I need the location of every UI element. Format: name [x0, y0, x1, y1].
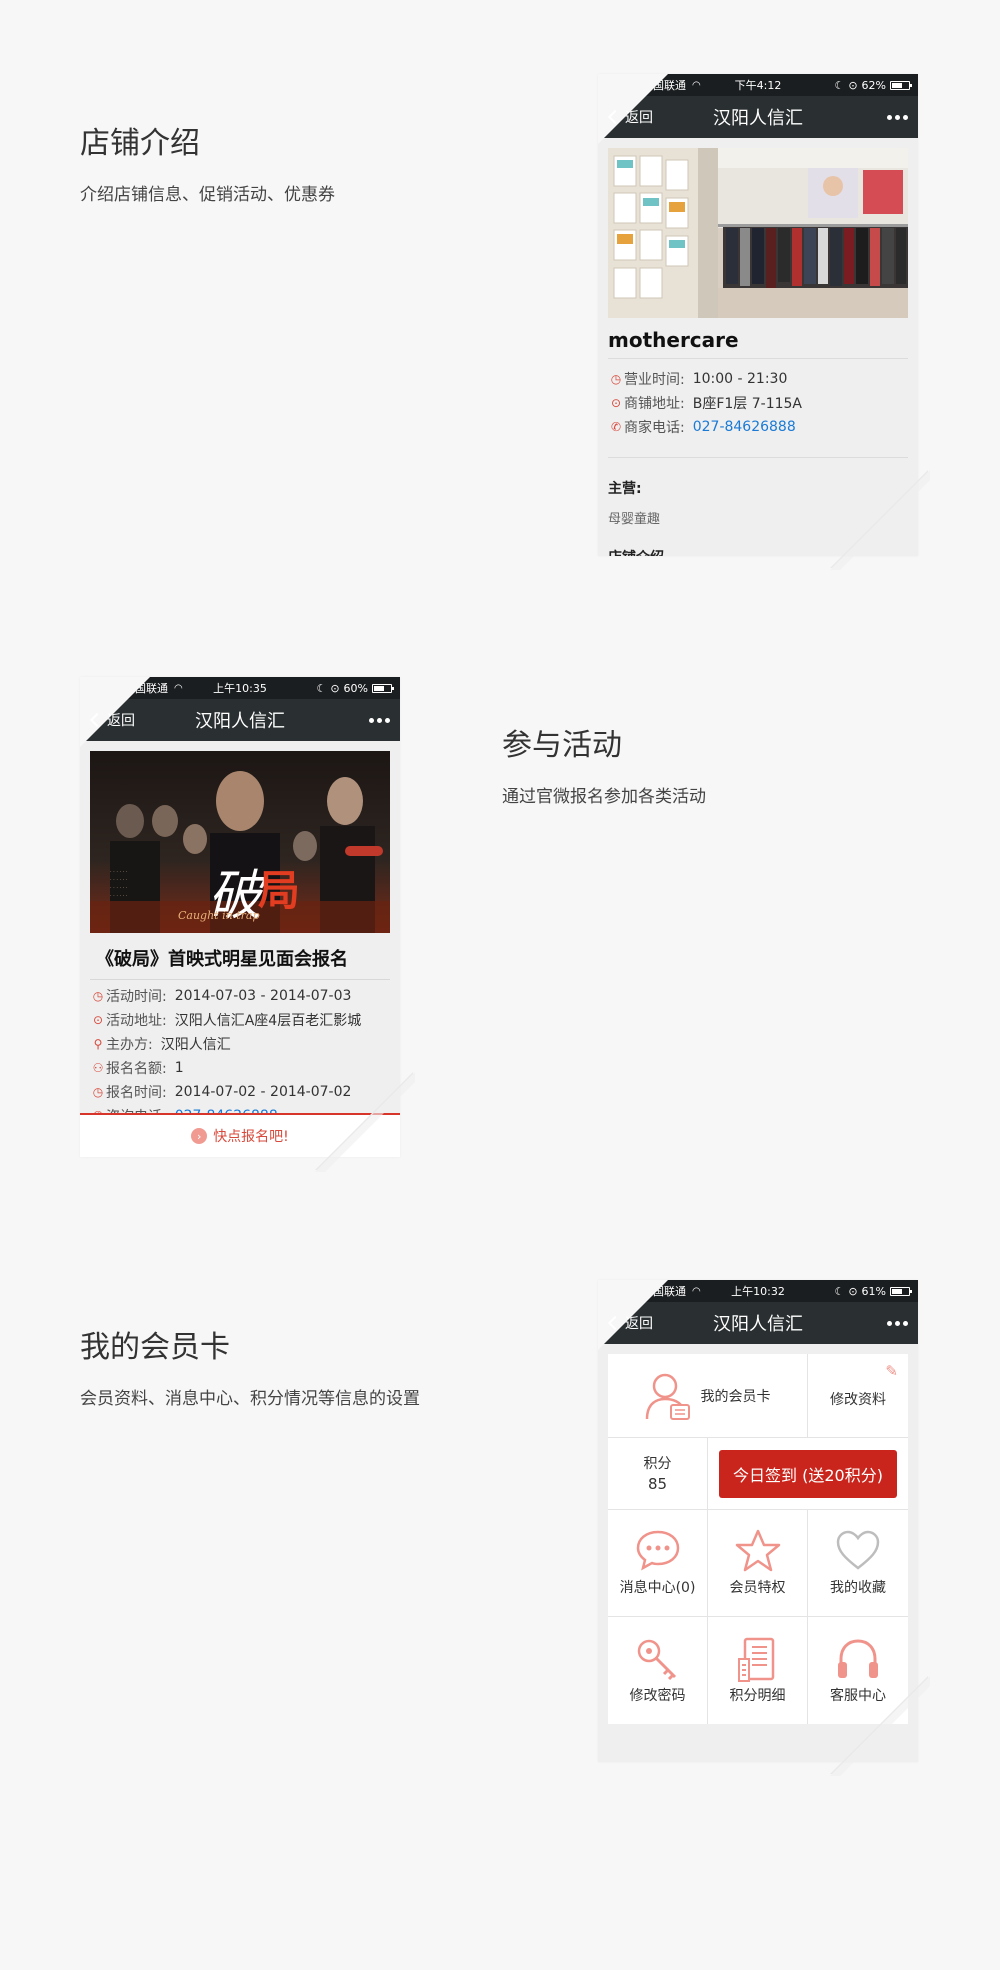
svg-text:· · · · · ·: · · · · · · — [110, 869, 128, 875]
info-row-activity-time: ◷ 活动时间: 2014-07-03 - 2014-07-03 — [90, 984, 390, 1008]
wifi-icon: ◠ — [174, 682, 183, 694]
member-grid: 我的会员卡 ✎ 修改资料 积分 85 今日签到 (送20积分) 消息中心(0) … — [608, 1354, 908, 1724]
arrow-right-icon: › — [191, 1128, 208, 1144]
shop-name: mothercare — [608, 318, 908, 359]
edit-profile-label: 修改资料 — [830, 1391, 886, 1408]
section-desc-member: 会员资料、消息中心、积分情况等信息的设置 — [80, 1389, 420, 1409]
more-icon[interactable] — [887, 114, 908, 120]
clock-icon: ◷ — [92, 1085, 104, 1099]
back-label: 返回 — [625, 110, 653, 126]
poster-title-char-2: 局 — [258, 866, 301, 915]
back-button[interactable]: 返回 — [607, 1313, 653, 1333]
info-row-organizer: ⚲ 主办方: 汉阳人信汇 — [90, 1032, 390, 1056]
section-title-activity: 参与活动 — [502, 728, 622, 763]
grid-item-label: 积分明细 — [729, 1687, 786, 1704]
corner-fold-shadow — [315, 1072, 415, 1172]
grid-item-label: 我的收藏 — [830, 1580, 886, 1596]
heart-icon — [836, 1530, 880, 1570]
star-icon — [735, 1529, 780, 1572]
poster-subtitle: Caught in trap — [178, 909, 260, 922]
lock-rotation-icon: ⊙ — [330, 681, 340, 695]
daily-sign-in-button[interactable]: 今日签到 (送20积分) — [719, 1449, 897, 1498]
headset-icon — [838, 1638, 878, 1678]
grid-item-privileges[interactable]: 会员特权 — [708, 1510, 808, 1616]
grid-item-messages[interactable]: 消息中心(0) — [608, 1510, 708, 1616]
activity-title: 《破局》首映式明星见面会报名 — [90, 933, 390, 980]
section-title-member: 我的会员卡 — [80, 1330, 230, 1365]
wifi-icon: ◠ — [692, 79, 701, 91]
grid-item-label: 消息中心(0) — [619, 1580, 696, 1596]
grid-item-label: 会员特权 — [729, 1580, 786, 1596]
person-icon: ⚲ — [93, 1037, 103, 1051]
clock-icon: ◷ — [92, 989, 104, 1003]
member-card-icon — [645, 1373, 690, 1420]
battery-icon — [372, 683, 394, 693]
group-icon: ⚇ — [92, 1061, 104, 1075]
grid-item-password[interactable]: 修改密码 — [608, 1617, 708, 1724]
section-title-shop: 店铺介绍 — [80, 126, 200, 161]
edit-icon: ✎ — [885, 1362, 898, 1380]
corner-fold-shadow — [830, 470, 930, 570]
info-row-hours: ◷ 营业时间: 10:00 - 21:30 — [608, 367, 908, 391]
back-label: 返回 — [107, 713, 135, 729]
back-button[interactable]: 返回 — [89, 710, 135, 730]
points-label: 积分 — [643, 1455, 672, 1472]
receipt-icon — [737, 1637, 774, 1682]
lock-rotation-icon: ⊙ — [848, 1284, 858, 1298]
chevron-left-icon — [89, 712, 105, 728]
moon-icon: ☾ — [316, 681, 327, 695]
member-card-cell[interactable]: 我的会员卡 — [608, 1354, 808, 1437]
section-desc-activity: 通过官微报名参加各类活动 — [502, 787, 706, 807]
more-icon[interactable] — [887, 1320, 908, 1326]
info-row-address: ⊙ 商铺地址: B座F1层 7-115A — [608, 391, 908, 415]
clock-icon: ◷ — [610, 372, 622, 386]
sign-in-cell: 今日签到 (送20积分) — [708, 1438, 908, 1509]
points-cell: 积分 85 — [608, 1438, 708, 1509]
chevron-left-icon — [607, 109, 623, 125]
grid-item-points-detail[interactable]: 积分明细 — [708, 1617, 808, 1724]
battery-icon — [890, 80, 912, 90]
message-icon — [636, 1530, 679, 1571]
battery-icon — [890, 1286, 912, 1296]
location-icon: ⊙ — [92, 1013, 104, 1027]
chevron-left-icon — [607, 1315, 623, 1331]
key-icon — [637, 1639, 676, 1680]
phone-link[interactable]: 027-84626888 — [693, 419, 796, 435]
signup-label: 快点报名吧! — [213, 1129, 289, 1145]
battery-percent: 61% — [861, 1284, 886, 1298]
battery-percent: 60% — [343, 681, 368, 695]
shop-photo — [608, 148, 908, 318]
movie-poster: · · · · · · · · · · · · · · · · · · · · · ·… — [90, 751, 390, 933]
battery-percent: 62% — [861, 78, 886, 92]
info-row-phone: ✆ 商家电话: 027-84626888 — [608, 415, 908, 439]
edit-profile-button[interactable]: ✎ 修改资料 — [808, 1354, 908, 1437]
member-card-label: 我的会员卡 — [700, 1388, 771, 1405]
more-icon[interactable] — [369, 717, 390, 723]
svg-text:· · · · · ·: · · · · · · — [110, 893, 128, 899]
lock-rotation-icon: ⊙ — [848, 78, 858, 92]
location-icon: ⊙ — [610, 396, 622, 410]
grid-item-favorites[interactable]: 我的收藏 — [808, 1510, 908, 1616]
points-value: 85 — [647, 1474, 668, 1493]
section-desc-shop: 介绍店铺信息、促销活动、优惠券 — [80, 185, 335, 205]
moon-icon: ☾ — [834, 1284, 845, 1298]
phone-icon: ✆ — [610, 420, 622, 434]
corner-fold-shadow — [830, 1676, 930, 1776]
info-row-activity-address: ⊙ 活动地址: 汉阳人信汇A座4层百老汇影城 — [90, 1008, 390, 1032]
svg-text:· · · · · ·: · · · · · · — [110, 877, 128, 883]
moon-icon: ☾ — [834, 78, 845, 92]
grid-item-label: 修改密码 — [629, 1687, 686, 1704]
back-button[interactable]: 返回 — [607, 107, 653, 127]
back-label: 返回 — [625, 1316, 653, 1332]
svg-text:· · · · · ·: · · · · · · — [110, 885, 128, 891]
wifi-icon: ◠ — [692, 1285, 701, 1297]
